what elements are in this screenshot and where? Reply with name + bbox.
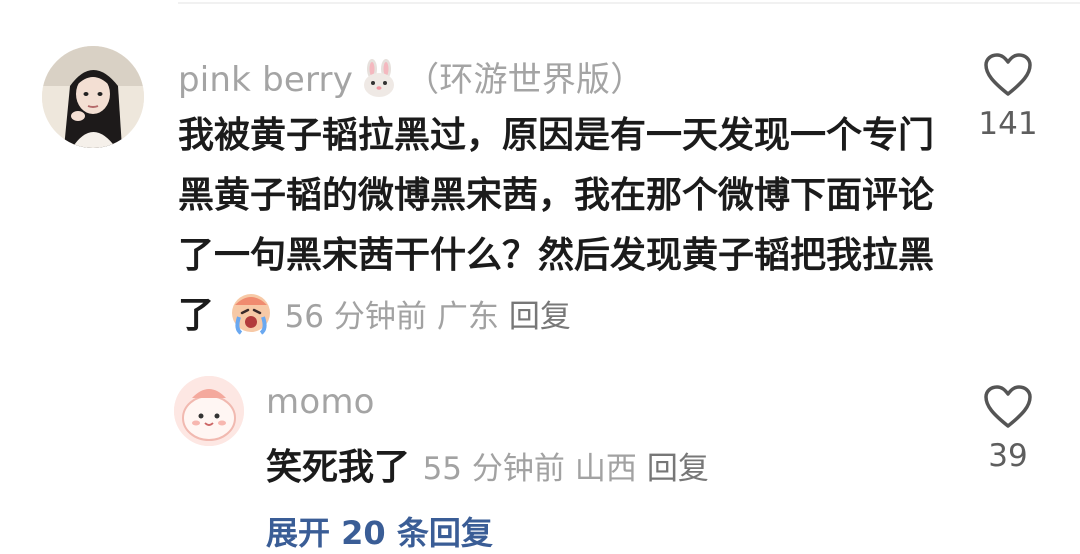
reply-text: 笑死我了 55 分钟前 山西 回复 <box>266 438 926 499</box>
username-text: pink berry <box>178 60 354 100</box>
expand-replies-link[interactable]: 展开 20 条回复 <box>266 508 493 554</box>
comment-location: 广东 <box>436 299 499 335</box>
like-button[interactable]: 141 <box>968 52 1048 142</box>
heart-outline-icon <box>984 53 1032 96</box>
crying-face-emoji-icon <box>227 289 275 356</box>
like-button[interactable]: 39 <box>968 384 1048 474</box>
reply-button[interactable]: 回复 <box>509 299 571 335</box>
heart-outline-icon <box>984 385 1032 428</box>
reply-username[interactable]: momo <box>266 382 375 422</box>
reply-location: 山西 <box>574 451 637 487</box>
avatar-illustration <box>174 376 244 446</box>
reply-body: 笑死我了 <box>266 447 411 488</box>
reply-button[interactable]: 回复 <box>647 451 709 487</box>
avatar[interactable] <box>174 376 244 446</box>
avatar-photo <box>42 46 144 148</box>
avatar[interactable] <box>42 46 144 148</box>
reply-time: 55 分钟前 <box>422 451 565 487</box>
like-count: 39 <box>988 438 1028 474</box>
comment-text: 我被黄子韬拉黑过，原因是有一天发现一个专门黑黄子韬的微博黑宋茜，我在那个微博下面… <box>178 106 938 356</box>
like-count: 141 <box>978 106 1038 142</box>
reply-meta: 55 分钟前 山西 回复 <box>423 451 719 487</box>
username-suffix: （环游世界版） <box>405 60 645 100</box>
comment-time: 56 分钟前 <box>284 299 427 335</box>
rabbit-face-icon <box>359 59 399 108</box>
top-divider <box>178 2 1080 4</box>
comment-meta: 56 分钟前 广东 回复 <box>285 299 581 335</box>
comment-username[interactable]: pink berry （环游世界版） <box>178 52 644 108</box>
